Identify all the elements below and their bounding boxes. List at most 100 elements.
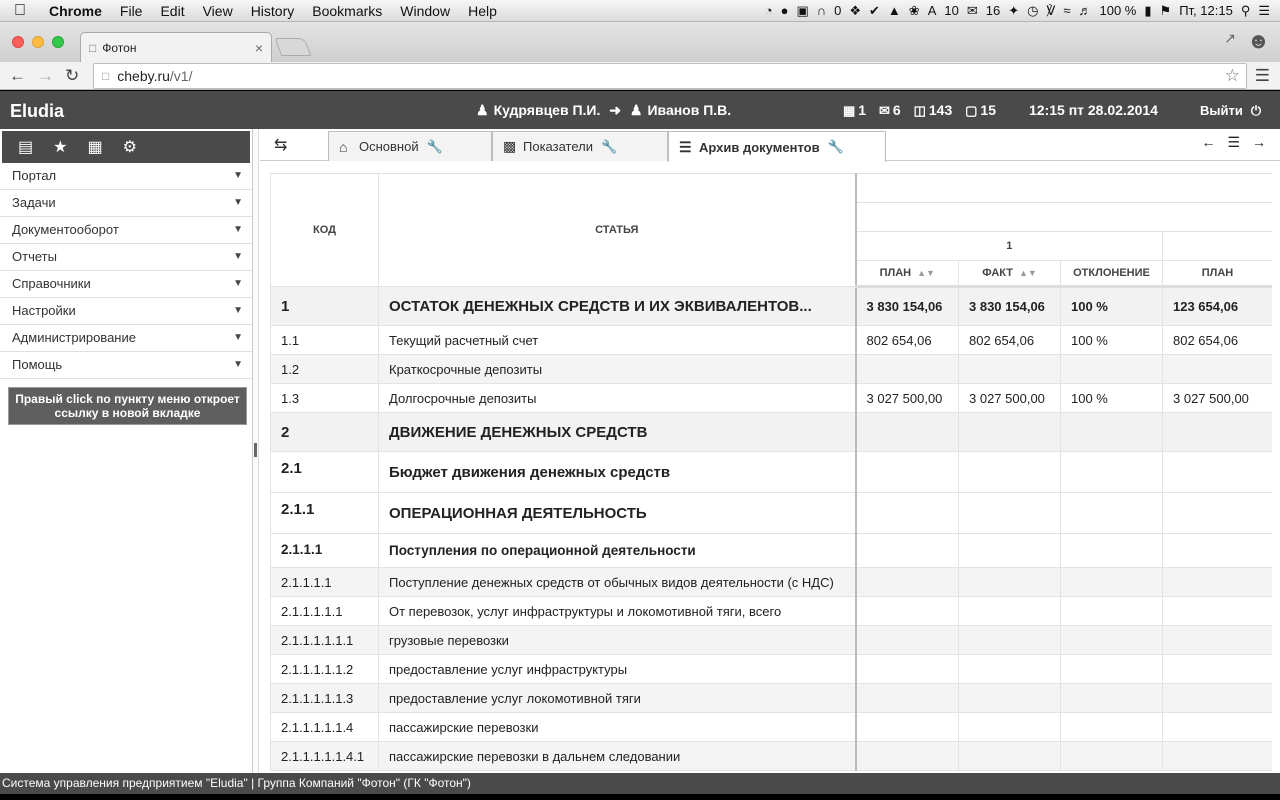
table-row[interactable]: 2.1.1.1.1.1 От перевозок, услуг инфрастру… xyxy=(270,596,1272,626)
chat-icon[interactable]: ● xyxy=(781,3,789,18)
bookmark-icon[interactable]: ▦ xyxy=(87,137,102,157)
table-row[interactable]: 2.1.1.1.1.1.1 грузовые перевозки xyxy=(270,625,1272,655)
menu-view[interactable]: View xyxy=(194,3,242,19)
gear-icon[interactable]: ⚙ xyxy=(123,137,137,157)
forward-button[interactable]: → xyxy=(37,66,54,86)
column-header-plan-2[interactable]: ПЛАН xyxy=(1162,260,1272,288)
new-tab-button[interactable] xyxy=(274,38,312,56)
page-info-icon[interactable]: □ xyxy=(102,69,109,83)
paw-icon[interactable]: ❀ xyxy=(909,3,920,19)
zoom-window-button[interactable] xyxy=(52,36,64,48)
magnet-icon[interactable]: ∩ xyxy=(817,3,826,18)
sidebar-item-tasks[interactable]: Задачи ▼ xyxy=(0,190,252,217)
table-row[interactable]: 1.2 Краткосрочные депозиты xyxy=(270,354,1272,384)
reload-button[interactable]: ↻ xyxy=(65,66,79,86)
apple-icon[interactable]:  xyxy=(0,2,40,20)
shield-icon[interactable]: ▣ xyxy=(796,3,808,19)
list-menu-icon[interactable]: ☰ xyxy=(1258,3,1270,19)
mail-counter[interactable]: ✉ 6 xyxy=(879,102,901,118)
cell-code: 1.1 xyxy=(270,325,379,355)
back-button[interactable]: ← xyxy=(9,66,26,86)
sidebar-item-help[interactable]: Помощь ▼ xyxy=(0,352,252,379)
table-row[interactable]: 1.1 Текущий расчетный счет 802 654,06 802 6… xyxy=(270,325,1272,355)
address-bar[interactable]: □ cheby.ru/v1/ ☆ xyxy=(93,63,1247,89)
sidebar-resize-handle[interactable] xyxy=(253,129,259,773)
sidebar-item-portal[interactable]: Портал ▼ xyxy=(0,163,252,190)
fullscreen-icon[interactable]: ↗ xyxy=(1224,30,1236,47)
arrow-right-icon[interactable]: → xyxy=(1252,134,1266,151)
table-row[interactable]: 2.1.1.1.1.1.4 пассажирские перевозки xyxy=(270,712,1272,742)
menu-edit[interactable]: Edit xyxy=(151,3,193,19)
table-row[interactable]: 1.3 Долгосрочные депозиты 3 027 500,00 3 02… xyxy=(270,383,1272,413)
table-row[interactable]: 2.1.1 ОПЕРАЦИОННАЯ ДЕЯТЕЛЬНОСТЬ xyxy=(270,492,1272,534)
sync-icon[interactable]: ◔ xyxy=(765,3,773,18)
close-window-button[interactable] xyxy=(12,36,24,48)
wrench-icon[interactable]: 🔧 xyxy=(828,139,844,155)
menu-file[interactable]: File xyxy=(111,3,152,19)
sort-icon[interactable]: ▲▼ xyxy=(1019,268,1037,278)
sidebar-item-admin[interactable]: Администрирование ▼ xyxy=(0,325,252,352)
font-icon[interactable]: A xyxy=(928,3,937,18)
substitute-user[interactable]: Иванов П.В. xyxy=(647,102,731,118)
sidebar-item-documents[interactable]: Документооборот ▼ xyxy=(0,217,252,244)
twitter-icon[interactable]: ✦ xyxy=(1008,3,1019,19)
arrow-right-icon: ➜ xyxy=(609,102,621,118)
list-icon[interactable]: ▤ xyxy=(18,137,33,157)
tab-document-archive[interactable]: ☰ Архив документов 🔧 xyxy=(668,131,886,162)
sidebar-item-settings[interactable]: Настройки ▼ xyxy=(0,298,252,325)
table-row[interactable]: 1 ОСТАТОК ДЕНЕЖНЫХ СРЕДСТВ И ИХ ЭКВИВАЛЕН… xyxy=(270,286,1272,326)
logout-button[interactable]: Выйти ⏻ xyxy=(1200,103,1261,119)
tab-main[interactable]: ⌂ Основной 🔧 xyxy=(328,131,492,161)
docs-counter[interactable]: ▢ 15 xyxy=(965,102,996,118)
star-icon[interactable]: ★ xyxy=(53,137,67,157)
app-logo[interactable]: Eludia xyxy=(10,101,64,122)
hat-icon[interactable]: ▲ xyxy=(888,3,901,18)
minimize-window-button[interactable] xyxy=(32,36,44,48)
current-user[interactable]: Кудрявцев П.И. xyxy=(494,102,601,118)
menubar-clock[interactable]: Пт, 12:15 xyxy=(1179,3,1233,18)
bluetooth-icon[interactable]: ℣ xyxy=(1046,3,1055,19)
table-row[interactable]: 2.1.1.1.1.1.4.1 пассажирские перевозки в … xyxy=(270,741,1272,771)
browser-tab[interactable]: □ Фотон × xyxy=(80,32,272,62)
table-row[interactable]: 2.1.1.1.1.1.3 предоставление услуг локомо… xyxy=(270,683,1272,713)
dropbox-icon[interactable]: ❖ xyxy=(849,3,861,19)
chrome-menu-icon[interactable]: ☰ xyxy=(1255,66,1270,86)
close-tab-icon[interactable]: × xyxy=(255,40,263,56)
menu-app-name[interactable]: Chrome xyxy=(40,3,111,19)
user-icon: ♟ xyxy=(629,102,643,118)
list-view-icon[interactable]: ☰ xyxy=(1227,134,1240,151)
sidebar-item-references[interactable]: Справочники ▼ xyxy=(0,271,252,298)
column-header-fact[interactable]: ФАКТ ▲▼ xyxy=(958,260,1061,288)
cell-deviation xyxy=(1060,625,1163,655)
cell-code: 2.1.1.1.1.1.2 xyxy=(270,654,379,684)
menu-bookmarks[interactable]: Bookmarks xyxy=(303,3,391,19)
bird-icon[interactable]: ✔ xyxy=(869,3,880,19)
menu-history[interactable]: History xyxy=(242,3,304,19)
volume-icon[interactable]: ♬ xyxy=(1079,3,1092,18)
arrow-left-icon[interactable]: ← xyxy=(1201,134,1215,151)
tab-indicators[interactable]: ▩ Показатели 🔧 xyxy=(492,131,668,161)
table-row[interactable]: 2.1.1.1.1 Поступление денежных средств от… xyxy=(270,567,1272,597)
column-header-plan[interactable]: ПЛАН ▲▼ xyxy=(854,260,959,288)
sort-icon[interactable]: ▲▼ xyxy=(917,268,935,278)
menu-window[interactable]: Window xyxy=(391,3,459,19)
swap-icon[interactable]: ⇆ xyxy=(274,135,287,155)
table-row[interactable]: 2 ДВИЖЕНИЕ ДЕНЕЖНЫХ СРЕДСТВ xyxy=(270,412,1272,452)
flag-icon[interactable]: ⚑ xyxy=(1160,3,1172,19)
bookmark-star-icon[interactable]: ☆ xyxy=(1225,66,1240,86)
wifi-icon[interactable]: ≈ xyxy=(1063,3,1070,18)
gmail-icon[interactable]: ✉ xyxy=(967,3,978,19)
table-row[interactable]: 2.1.1.1.1.1.2 предоставление услуг инфрас… xyxy=(270,654,1272,684)
inbox-counter[interactable]: ◫ 143 xyxy=(914,102,953,118)
time-machine-icon[interactable]: ◷ xyxy=(1027,3,1038,19)
spotlight-icon[interactable]: ⚲ xyxy=(1241,3,1251,19)
column-header-deviation[interactable]: ОТКЛОНЕНИЕ xyxy=(1060,260,1163,288)
battery-icon[interactable]: ▮ xyxy=(1144,3,1151,19)
table-row[interactable]: 2.1 Бюджет движения денежных средств xyxy=(270,451,1272,493)
tasks-counter[interactable]: ▦ 1 xyxy=(843,102,866,118)
sidebar-item-reports[interactable]: Отчеты ▼ xyxy=(0,244,252,271)
wrench-icon[interactable]: 🔧 xyxy=(601,139,617,155)
wrench-icon[interactable]: 🔧 xyxy=(427,139,443,155)
table-row[interactable]: 2.1.1.1 Поступления по операционной деяте… xyxy=(270,533,1272,568)
menu-help[interactable]: Help xyxy=(459,3,506,19)
